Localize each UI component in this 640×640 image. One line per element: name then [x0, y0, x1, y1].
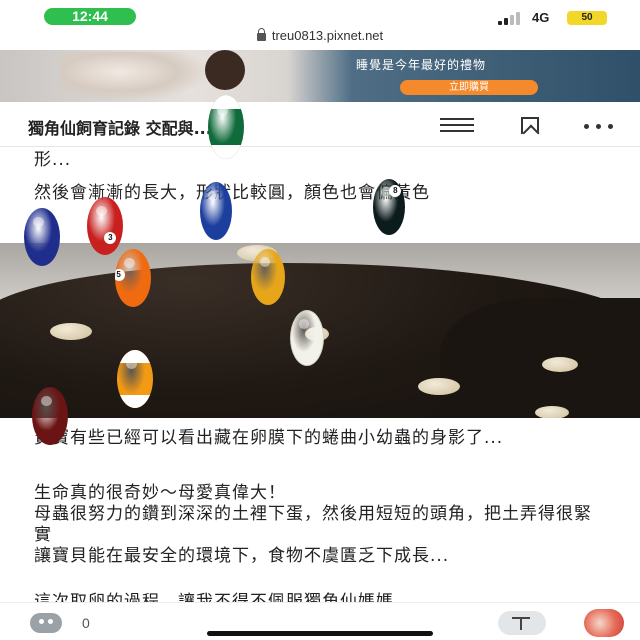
billiard-ball [251, 249, 285, 305]
article-paragraph-3-line-1: 生命真的很奇妙～母愛真偉大！ [34, 483, 286, 503]
egg [418, 378, 460, 395]
billiard-ball [32, 387, 68, 445]
lock-icon [256, 28, 266, 41]
ball-number: 5 [115, 269, 125, 282]
billiard-ball: 3 [87, 197, 123, 255]
article-paragraph-1: 然後會漸漸的長大，形狀比較圓，顏色也會偏黃色 [34, 183, 430, 203]
status-time: 12:44 [44, 8, 136, 25]
battery-level: 50 [567, 11, 607, 25]
network-type: 4G [532, 10, 550, 25]
ad-slogan: 睡覺是今年最好的禮物 [356, 58, 487, 72]
url-text: treu0813.pixnet.net [271, 28, 384, 43]
more-icon[interactable] [584, 124, 614, 129]
egg [50, 323, 92, 340]
billiard-ball: 5 [115, 249, 151, 307]
home-indicator[interactable] [207, 631, 433, 636]
menu-icon[interactable] [440, 118, 474, 132]
signal-icon [498, 11, 526, 25]
url-bar[interactable]: treu0813.pixnet.net [0, 28, 640, 48]
article-title: 獨角仙飼育記錄 交配與... [28, 119, 212, 138]
ball-number: 3 [104, 231, 117, 244]
ad-photo-hair [205, 50, 245, 90]
article-paragraph-3-line-3: 讓寶貝能在最安全的環境下，食物不虞匱乏下成長... [34, 546, 450, 566]
billiard-ball [208, 95, 244, 159]
like-count: 0 [82, 615, 90, 631]
bookmark-icon[interactable] [521, 117, 539, 134]
font-size-icon[interactable] [498, 611, 546, 635]
ad-photo [60, 52, 210, 102]
billiard-ball [117, 350, 153, 408]
egg [535, 406, 569, 418]
ad-banner[interactable]: 睡覺是今年最好的禮物 立即購買 [0, 50, 640, 102]
article-line-top: 形... [34, 150, 72, 170]
billiard-ball: 8 [373, 179, 405, 235]
article-header: 獨角仙飼育記錄 交配與... [0, 103, 640, 147]
like-icon[interactable] [30, 613, 62, 633]
billiard-ball [290, 310, 324, 366]
billiard-ball [200, 182, 232, 240]
article-paragraph-3-line-2: 母蟲很努力的鑽到深深的土裡下蛋，然後用短短的頭角，把土弄得很緊實 [34, 504, 592, 545]
article-paragraph-2: 寶寶有些已經可以看出藏在卵膜下的蜷曲小幼蟲的身影了... [34, 428, 504, 448]
egg [542, 357, 578, 372]
avatar[interactable] [584, 609, 624, 637]
ad-buy-button[interactable]: 立即購買 [400, 80, 538, 95]
status-bar: 12:44 4G 50 [0, 0, 640, 30]
bottom-toolbar: 0 [0, 602, 640, 640]
soil-right [440, 298, 640, 418]
billiard-ball [24, 208, 60, 266]
ball-number: 8 [389, 185, 402, 198]
